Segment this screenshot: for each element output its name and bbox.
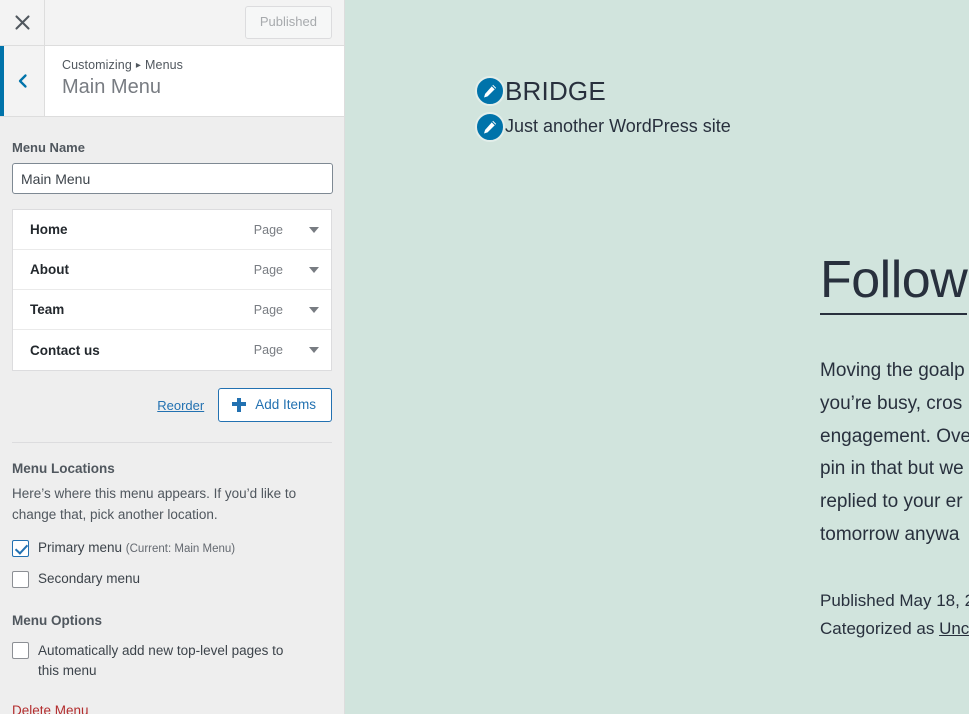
secondary-menu-label: Secondary menu	[38, 571, 141, 587]
menu-item-contact-us[interactable]: Contact us Page	[13, 330, 331, 370]
menu-item-title: About	[30, 262, 69, 277]
secondary-menu-checkbox[interactable]	[12, 571, 29, 589]
plus-icon	[232, 397, 247, 412]
menu-locations-description: Here’s where this menu appears. If you’d…	[12, 486, 297, 522]
primary-menu-checkbox[interactable]	[12, 539, 29, 557]
customizer-top-bar: Published	[0, 0, 344, 46]
menu-name-input[interactable]	[12, 163, 333, 194]
close-customizer-button[interactable]	[0, 0, 45, 45]
preview-post: Follow Moving the goalp you’re busy, cro…	[820, 251, 969, 643]
sidebar-content: Menu Name Home Page About Page	[0, 140, 344, 714]
menu-name-label: Menu Name	[12, 140, 85, 155]
breadcrumb: Customizing ▸ Menus	[62, 57, 183, 73]
panel-title-group: Customizing ▸ Menus Main Menu	[45, 46, 183, 116]
publish-button[interactable]: Published	[244, 5, 332, 40]
post-body-line: pin in that but we	[820, 458, 964, 480]
primary-menu-note: (Current: Main Menu)	[125, 542, 236, 555]
breadcrumb-separator-icon: ▸	[135, 60, 141, 71]
post-body-line: you’re busy, cros	[820, 392, 963, 414]
customizer-app: Published Customizing ▸ Menus Main Menu Me…	[0, 0, 969, 714]
location-primary-menu[interactable]: Primary menu (Current: Main Menu)	[12, 539, 332, 558]
add-items-button[interactable]: Add Items	[218, 388, 332, 422]
menu-item-type: Page	[253, 343, 283, 357]
chevron-down-icon	[309, 266, 319, 273]
panel-header: Customizing ▸ Menus Main Menu	[0, 46, 344, 117]
reorder-button[interactable]: Reorder	[157, 398, 204, 413]
post-body-line: Moving the goalp	[820, 360, 965, 382]
menu-item-team[interactable]: Team Page	[13, 290, 331, 330]
menu-item-expand-button[interactable]	[297, 226, 331, 233]
breadcrumb-section: Menus	[145, 58, 184, 72]
chevron-down-icon	[309, 226, 319, 233]
chevron-left-icon	[16, 73, 29, 89]
post-meta: Published May 18, 20 Categorized as Unca…	[820, 587, 969, 643]
add-items-label: Add Items	[255, 397, 316, 412]
site-title-row: BRIDGE	[475, 76, 731, 106]
menu-actions-row: Reorder Add Items	[12, 388, 332, 422]
menu-item-title: Contact us	[30, 342, 100, 358]
auto-add-pages-label: Automatically add new top-level pages to…	[38, 642, 284, 678]
primary-menu-label: Primary menu (Current: Main Menu)	[38, 539, 235, 558]
primary-menu-text: Primary menu	[38, 539, 123, 555]
menu-item-home[interactable]: Home Page	[13, 210, 331, 250]
post-category-line: Categorized as Uncat	[820, 615, 969, 643]
post-body-line: engagement. Ove	[820, 425, 969, 447]
location-secondary-menu[interactable]: Secondary menu	[12, 570, 332, 589]
site-tagline: Just another WordPress site	[505, 116, 731, 137]
back-button[interactable]	[0, 46, 45, 116]
auto-add-pages-row[interactable]: Automatically add new top-level pages to…	[12, 641, 332, 682]
menu-item-type: Page	[253, 262, 283, 277]
site-tagline-row: Just another WordPress site	[475, 112, 731, 142]
page-title: Main Menu	[62, 76, 161, 99]
preview-site-header: BRIDGE Just another WordPress site	[475, 76, 731, 148]
delete-menu-button[interactable]: Delete Menu	[12, 703, 89, 714]
auto-add-pages-checkbox[interactable]	[12, 641, 29, 659]
menu-item-expand-button[interactable]	[297, 347, 331, 353]
menu-item-type: Page	[253, 302, 283, 317]
menu-items-list: Home Page About Page Team Page Contact u…	[12, 209, 332, 371]
pencil-icon	[482, 119, 498, 135]
menu-locations-title: Menu Locations	[12, 461, 115, 476]
close-icon	[14, 14, 31, 31]
menu-item-expand-button[interactable]	[297, 306, 331, 313]
site-preview[interactable]: BRIDGE Just another WordPress site Follo…	[345, 0, 969, 714]
breadcrumb-root: Customizing	[62, 58, 132, 72]
menu-item-expand-button[interactable]	[297, 266, 331, 273]
post-published-date: Published May 18, 20	[820, 591, 969, 611]
menu-item-title: Team	[30, 302, 65, 317]
edit-shortcut-site-title-button[interactable]	[475, 76, 505, 106]
post-category-link[interactable]: Uncat	[939, 619, 969, 638]
customizer-sidebar: Published Customizing ▸ Menus Main Menu Me…	[0, 0, 345, 714]
section-divider	[12, 442, 332, 443]
menu-item-about[interactable]: About Page	[13, 250, 331, 290]
post-title-link[interactable]: Follow	[820, 251, 968, 315]
chevron-down-icon	[309, 347, 319, 353]
site-title[interactable]: BRIDGE	[505, 78, 606, 104]
menu-item-type: Page	[253, 222, 283, 237]
panel-accent-bar	[0, 46, 4, 116]
pencil-icon	[482, 83, 498, 99]
chevron-down-icon	[309, 306, 319, 313]
menu-item-title: Home	[30, 222, 68, 237]
post-title: Follow	[820, 251, 969, 315]
post-body-line: tomorrow anywa	[820, 523, 960, 545]
categorized-prefix: Categorized as	[820, 619, 940, 639]
edit-shortcut-tagline-button[interactable]	[475, 112, 505, 142]
post-body-line: replied to your er	[820, 490, 963, 512]
menu-options-title: Menu Options	[12, 612, 102, 628]
post-body: Moving the goalp you’re busy, cros engag…	[820, 355, 969, 551]
